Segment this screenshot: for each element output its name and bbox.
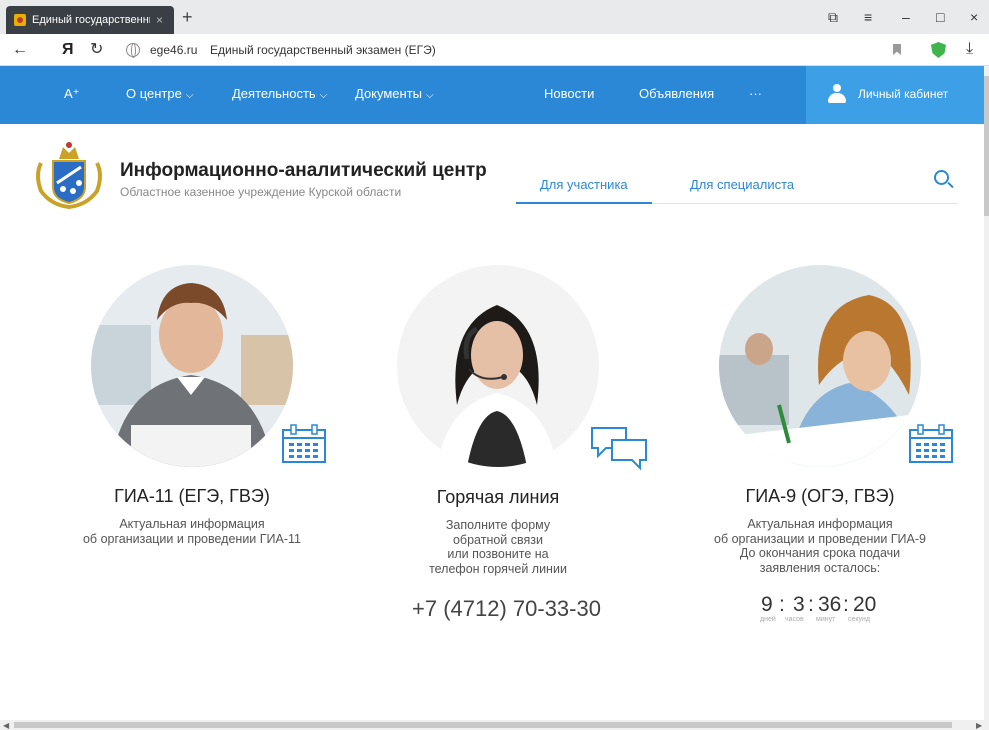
gia9-desc-line: До окончания срока подачи [739,546,901,560]
chat-icon [591,427,647,470]
address-bar: ← Я ↻ ege46.ru Единый государственный эк… [0,34,989,66]
yandex-button[interactable]: Я [62,40,74,60]
gia11-desc: Актуальная информация об организации и п… [50,517,334,546]
chevron-down-icon: ⌵ [319,90,328,101]
countdown-hours: 3 [793,593,805,616]
back-button[interactable]: ← [12,40,28,60]
calendar-icon [909,424,953,463]
nav-item-news[interactable]: Новости [544,86,594,101]
countdown-seconds: 20 [853,593,877,616]
personal-account-button[interactable]: Личный кабинет [806,66,984,124]
globe-icon [126,43,140,58]
nav-item-announcements[interactable]: Объявления [639,86,714,101]
site-nav: A⁺ О центре ⌵ Деятельность ⌵ Документы ⌵ Но… [0,66,984,124]
countdown-label-hours: часов [785,616,804,623]
countdown-sep: : [779,593,785,616]
restore-tabs-icon[interactable]: ⧉ [828,6,838,28]
gia9-desc-line: Актуальная информация [747,517,893,531]
nav-item-label: О центре [126,86,182,101]
gia11-desc-line: Актуальная информация [119,517,265,531]
nav-item-label: Документы [355,86,423,101]
hotline-desc-line: Заполните форму [445,518,551,532]
maximize-button[interactable]: □ [936,6,944,28]
nav-more-button[interactable]: ··· [749,86,762,101]
close-window-button[interactable]: × [970,6,978,28]
countdown-label-minutes: минут [816,616,836,623]
tab-close-icon[interactable]: × [156,13,163,27]
vertical-scroll-thumb[interactable] [984,76,989,216]
url-page-title[interactable]: Единый государственный экзамен (ЕГЭ) [210,43,436,57]
exam-student-photo[interactable] [719,265,921,467]
tab-for-specialist[interactable]: Для специалиста [690,177,794,192]
hotline-desc-line: обратной связи [452,532,543,547]
chevron-down-icon: ⌵ [426,90,434,101]
site-favicon-icon [14,14,26,26]
scroll-left-icon[interactable]: ◀ [3,721,9,730]
countdown-minutes: 36 [818,593,842,616]
hotline-desc-line: телефон горячей линии [429,561,567,576]
bookmark-icon[interactable] [893,44,901,55]
active-tab-indicator [516,202,652,204]
coat-of-arms-logo[interactable] [33,139,105,211]
gia11-title[interactable]: ГИА-11 (ЕГЭ, ГВЭ) [91,486,293,507]
minimize-button[interactable]: – [902,6,910,28]
countdown-days: 9 [761,593,773,616]
menu-icon[interactable]: ≡ [864,6,872,28]
search-icon[interactable] [934,170,949,185]
countdown-label-days: дней [760,616,776,623]
font-size-button[interactable]: A⁺ [64,86,80,102]
chevron-down-icon: ⌵ [185,90,194,101]
hotline-desc-line: или позвоните на [447,547,549,561]
student-photo[interactable] [91,265,293,467]
protect-shield-icon[interactable] [931,42,946,58]
horizontal-scrollbar[interactable]: ◀ ▶ [0,720,989,730]
user-icon [828,84,846,104]
org-title[interactable]: Информационно-аналитический центр [120,160,487,182]
browser-tab[interactable]: Единый государственны × [6,6,174,34]
gia11-desc-line: об организации и проведении ГИА-11 [82,531,301,546]
url-domain[interactable]: ege46.ru [150,43,197,57]
countdown-sep: : [808,593,814,616]
nav-item-label: Деятельность [232,86,316,101]
scroll-right-icon[interactable]: ▶ [976,721,982,730]
operator-photo[interactable] [397,265,599,467]
countdown-sep: : [843,593,849,616]
reload-button[interactable]: ↻ [90,40,103,60]
hotline-title[interactable]: Горячая линия [397,487,599,508]
tab-for-participant[interactable]: Для участника [540,177,628,192]
gia9-title[interactable]: ГИА-9 (ОГЭ, ГВЭ) [719,486,921,507]
vertical-scrollbar[interactable] [984,66,989,720]
gia9-desc-line: заявления осталось: [759,560,881,575]
hotline-phone[interactable]: +7 (4712) 70-33-30 [412,596,601,622]
hotline-desc: Заполните форму обратной связи или позво… [397,518,599,576]
tab-title: Единый государственны [32,14,150,26]
horizontal-scroll-thumb[interactable] [14,722,952,728]
calendar-icon [282,424,326,463]
browser-window: Единый государственны × + ⧉ ≡ – □ × ← Я … [0,0,989,730]
tab-bar: Единый государственны × + ⧉ ≡ – □ × [0,0,989,34]
new-tab-button[interactable]: + [182,6,193,28]
org-subtitle: Областное казенное учреждение Курской об… [120,185,402,199]
gia9-desc-line: об организации и проведении ГИА-9 [714,531,926,546]
nav-item-documents[interactable]: Документы ⌵ [355,86,434,101]
personal-account-label: Личный кабинет [858,87,949,101]
gia9-desc: Актуальная информация об организации и п… [690,517,950,575]
download-icon[interactable]: ⤓ [966,40,973,58]
countdown-label-seconds: секунд [848,616,870,623]
nav-item-activity[interactable]: Деятельность ⌵ [232,86,327,101]
nav-item-about[interactable]: О центре ⌵ [126,86,193,101]
